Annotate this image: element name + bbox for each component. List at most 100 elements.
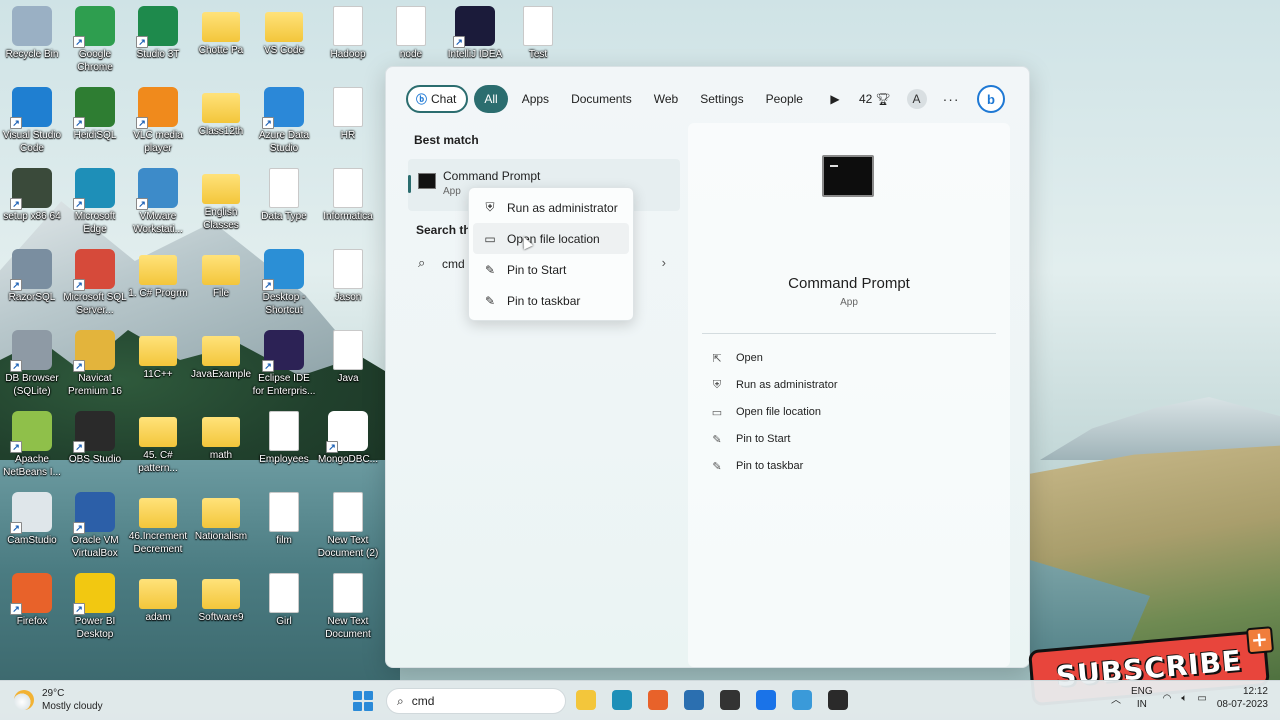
desktop-icon[interactable]: Jason	[316, 249, 380, 304]
desktop-icon[interactable]: ↗ Navicat Premium 16	[63, 330, 127, 398]
desktop-icon[interactable]: ↗ Microsoft SQL Server...	[63, 249, 127, 317]
desktop-icon[interactable]: 11C++	[126, 330, 190, 381]
store-icon[interactable]	[684, 690, 704, 710]
app-icon[interactable]	[756, 690, 776, 710]
desktop-icon[interactable]: ↗ VMware Workstati...	[126, 168, 190, 236]
filter-web[interactable]: Web	[646, 85, 686, 113]
language-indicator[interactable]: ENG IN	[1131, 685, 1153, 711]
rewards-count[interactable]: 42 🏆︎	[859, 92, 891, 106]
desktop-icon[interactable]: New Text Document	[316, 573, 380, 641]
more-filters-play-icon[interactable]: ▶	[825, 85, 845, 113]
volume-icon[interactable]: 🔈︎	[1181, 693, 1187, 704]
shortcut-arrow-icon: ↗	[262, 117, 274, 129]
chevron-up-icon[interactable]: ︿	[1111, 691, 1121, 706]
ctx-run-as-admin[interactable]: ⛨ Run as administrator	[473, 192, 629, 223]
hr-icon	[333, 87, 363, 127]
action-open-file-location[interactable]: ▭ Open file location	[710, 403, 821, 421]
desktop-icon[interactable]: ↗ Visual Studio Code	[0, 87, 64, 155]
shield-icon: ⛨	[485, 200, 495, 214]
desktop-icon[interactable]: ↗ IntelliJ IDEA	[443, 6, 507, 61]
account-avatar[interactable]: A	[906, 89, 927, 109]
firefox-icon[interactable]	[648, 690, 668, 710]
desktop-icon[interactable]: math	[189, 411, 253, 462]
taskbar-search-box[interactable]: ⌕ cmd	[386, 688, 566, 714]
desktop-icon[interactable]: Hadoop	[316, 6, 380, 61]
desktop-icon[interactable]: Chotte Pa	[189, 6, 253, 57]
start-button[interactable]	[353, 691, 373, 711]
desktop-icon[interactable]: Informatica	[316, 168, 380, 223]
desktop-icon[interactable]: File	[189, 249, 253, 300]
desktop-icon[interactable]: ↗ Oracle VM VirtualBox	[63, 492, 127, 560]
desktop-icon[interactable]: Employees	[252, 411, 316, 466]
desktop-icon[interactable]: ↗ CamStudio	[0, 492, 64, 547]
battery-icon[interactable]: ▭	[1197, 693, 1206, 704]
clock[interactable]: 12:12 08-07-2023	[1217, 685, 1268, 711]
lang-top: ENG	[1130, 686, 1153, 697]
ctx-pin-to-taskbar[interactable]: ✎ Pin to taskbar	[473, 285, 629, 316]
desktop-icon[interactable]: ↗ Apache NetBeans I...	[0, 411, 64, 479]
desktop-icon[interactable]: Recycle Bin	[0, 6, 64, 61]
desktop-icon[interactable]: node	[379, 6, 443, 61]
filter-people[interactable]: People	[758, 85, 811, 113]
desktop-icon[interactable]: ↗ setup x86 64	[0, 168, 64, 223]
desktop-icon[interactable]: 46.Increment Decrement	[126, 492, 190, 556]
action-pin-to-taskbar[interactable]: ✎ Pin to taskbar	[710, 457, 803, 475]
desktop-icon[interactable]: HR	[316, 87, 380, 142]
desktop-icon[interactable]: Girl	[252, 573, 316, 628]
desktop-icon[interactable]: film	[252, 492, 316, 547]
wifi-icon[interactable]: ◠	[1163, 693, 1172, 704]
desktop-icon[interactable]: ↗ Google Chrome	[63, 6, 127, 74]
filter-settings[interactable]: Settings	[692, 85, 751, 113]
ctx-run-as-admin-label: Run as administrator	[507, 200, 618, 215]
desktop-icon[interactable]: ↗ RazorSQL	[0, 249, 64, 304]
desktop-icon[interactable]: 1. C# Progrm	[126, 249, 190, 300]
desktop-icon[interactable]: Class12th	[189, 87, 253, 138]
desktop-icon[interactable]: ↗ MongoDBC...	[316, 411, 380, 466]
desktop-icon[interactable]: 45. C# pattern...	[126, 411, 190, 475]
bing-icon[interactable]: b	[977, 85, 1005, 113]
chevron-right-icon[interactable]: ›	[662, 255, 666, 270]
desktop-icon[interactable]: ↗ Eclipse IDE for Enterpris...	[252, 330, 316, 398]
obs-icon[interactable]	[828, 690, 848, 710]
ctx-open-file-location[interactable]: ▭ Open file location	[473, 223, 629, 254]
filter-documents[interactable]: Documents	[563, 85, 640, 113]
desktop-icon[interactable]: ↗ OBS Studio	[63, 411, 127, 466]
desktop-icon[interactable]: Nationalism	[189, 492, 253, 543]
search-web-query: cmd	[442, 257, 465, 271]
desktop-icon[interactable]: ↗ VLC media player	[126, 87, 190, 155]
desktop-icon[interactable]: ↗ DB Browser (SQLite)	[0, 330, 64, 398]
filter-all[interactable]: All	[474, 85, 508, 113]
filter-apps[interactable]: Apps	[514, 85, 557, 113]
desktop-icon[interactable]: ↗ Azure Data Studio	[252, 87, 316, 155]
desktop-icon[interactable]: VS Code	[252, 6, 316, 57]
desktop-icon[interactable]: Data Type	[252, 168, 316, 223]
weather-widget[interactable]: 29°C Mostly cloudy	[14, 687, 103, 713]
unity-icon[interactable]	[720, 690, 740, 710]
desktop-icon[interactable]: New Text Document (2)	[316, 492, 380, 560]
desktop-icon[interactable]: JavaExample	[189, 330, 253, 381]
folder-icon	[139, 498, 177, 528]
desktop-icon[interactable]: adam	[126, 573, 190, 624]
desktop-icon[interactable]: Test	[506, 6, 570, 61]
desktop-icon[interactable]: ↗ Firefox	[0, 573, 64, 628]
ctx-pin-to-start[interactable]: ✎ Pin to Start	[473, 254, 629, 285]
edge-icon[interactable]	[612, 690, 632, 710]
desktop-icon[interactable]: ↗ Microsoft Edge	[63, 168, 127, 236]
action-pin-to-start[interactable]: ✎ Pin to Start	[710, 430, 790, 448]
file-explorer-icon[interactable]	[576, 690, 596, 710]
notepad-icon[interactable]	[792, 690, 812, 710]
desktop-icon[interactable]: ↗ Power BI Desktop	[63, 573, 127, 641]
desktop-icon[interactable]: ↗ HeidiSQL	[63, 87, 127, 142]
more-options-icon[interactable]: ···	[943, 91, 960, 107]
desktop-icon[interactable]: ↗ Studio 3T	[126, 6, 190, 61]
filter-chat[interactable]: ⓑ Chat	[406, 85, 469, 113]
desktop-icon[interactable]: ↗ Desktop - Shortcut	[252, 249, 316, 317]
desktop-icon-label: HR	[340, 130, 356, 141]
weather-text: 29°C Mostly cloudy	[42, 687, 103, 713]
desktop-icon[interactable]: English Classes	[189, 168, 253, 232]
eclipse-icon: ↗	[262, 330, 304, 372]
desktop-icon[interactable]: Java	[316, 330, 380, 385]
action-run-as-admin[interactable]: ⛨ Run as administrator	[710, 376, 838, 394]
action-open[interactable]: ⇱ Open	[710, 349, 763, 367]
desktop-icon[interactable]: Software9	[189, 573, 253, 624]
